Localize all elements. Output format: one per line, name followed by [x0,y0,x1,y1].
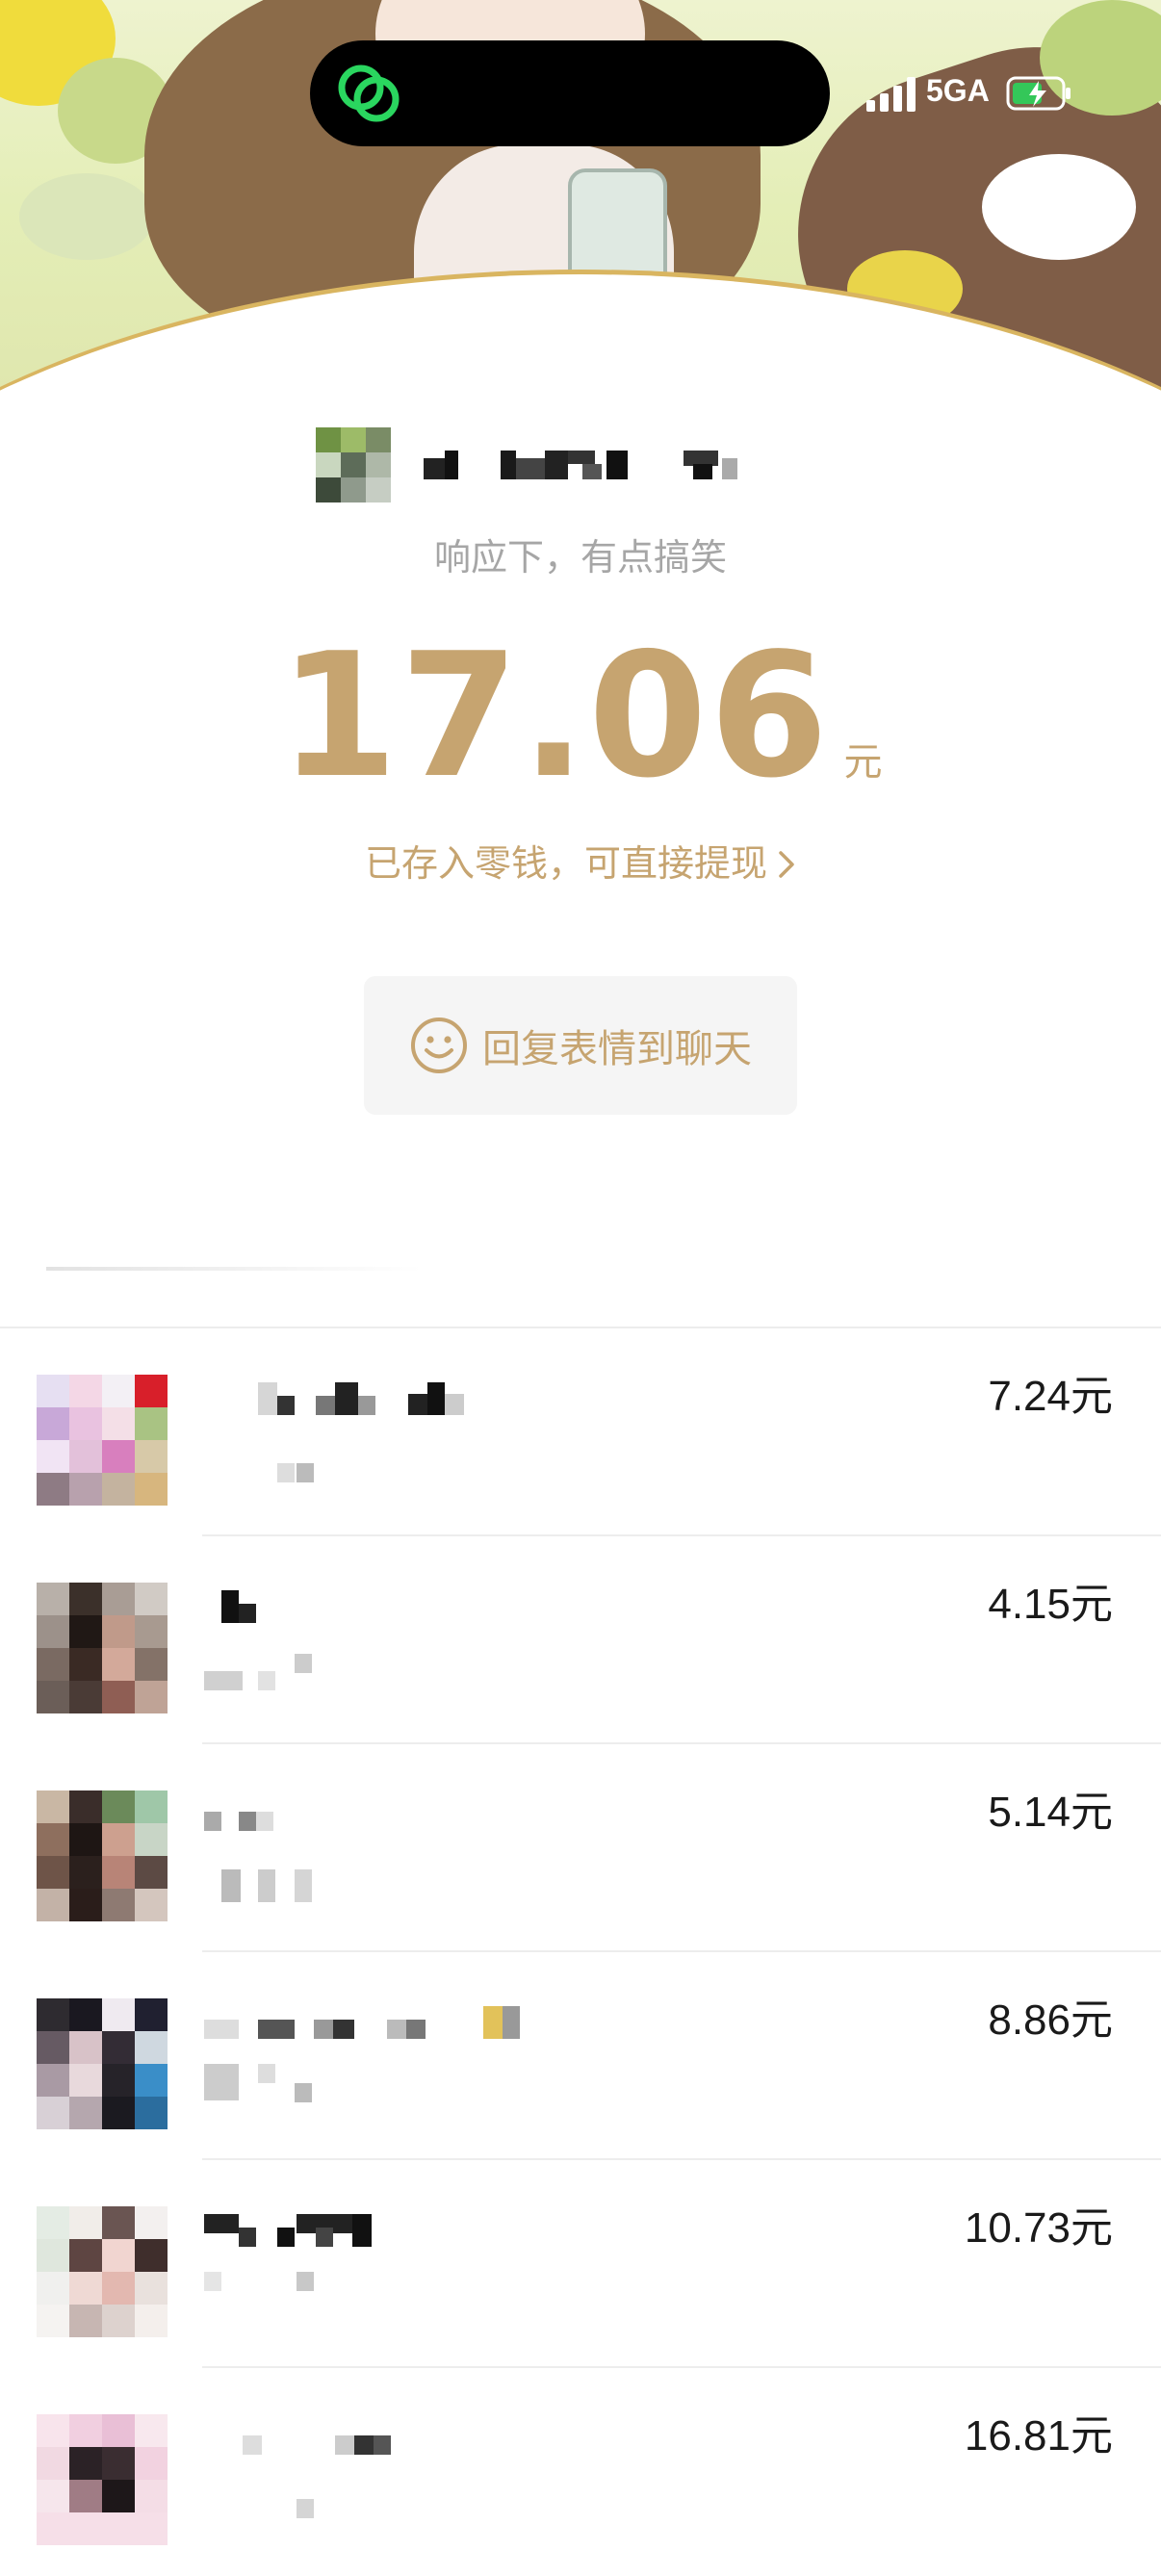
wallet-balance-link[interactable]: 已存入零钱，可直接提现 [0,834,1161,887]
avatar [37,1998,168,2129]
claim-amount: 4.15元 [988,1581,1113,1628]
list-item[interactable]: 16.81元 [0,2368,1161,2576]
claim-amount: 5.14元 [988,1789,1113,1836]
claim-list: 7.24元 4.15元 5.14元 8.86元 10.73元 16.81元 [0,1328,1161,2576]
claim-amount: 16.81元 [964,2412,1113,2460]
chevron-right-icon [777,842,796,885]
signal-strength-icon [866,77,916,112]
network-type: 5GA [926,73,990,108]
amount-value: 17.06 [278,616,831,815]
smile-icon [411,1018,467,1073]
blessing-message: 响应下，有点搞笑 [433,536,727,579]
record-summary-redacted [46,1267,422,1271]
claim-amount: 7.24元 [988,1373,1113,1420]
amount-unit: 元 [843,740,883,785]
claim-amount: 8.86元 [988,1996,1113,2044]
avatar [37,2414,168,2545]
list-item[interactable]: 10.73元 [0,2160,1161,2368]
list-item[interactable]: 4.15元 [0,1536,1161,1744]
reply-sticker-button[interactable]: 回复表情到聊天 [364,976,797,1115]
reply-button-label: 回复表情到聊天 [482,1027,752,1071]
sender-name-redacted [424,451,799,479]
avatar [37,1583,168,1713]
avatar [37,1375,168,1506]
wallet-link-label: 已存入零钱，可直接提现 [364,842,767,885]
list-item[interactable]: 8.86元 [0,1952,1161,2160]
wechat-icon [338,64,400,122]
avatar [37,1790,168,1921]
charging-battery-icon [1006,76,1071,111]
list-item[interactable]: 5.14元 [0,1744,1161,1952]
claim-amount: 10.73元 [964,2204,1113,2252]
avatar [37,2206,168,2337]
list-item[interactable]: 7.24元 [0,1328,1161,1536]
sender-avatar [316,427,391,502]
received-amount: 17.06 元 [0,616,1161,815]
